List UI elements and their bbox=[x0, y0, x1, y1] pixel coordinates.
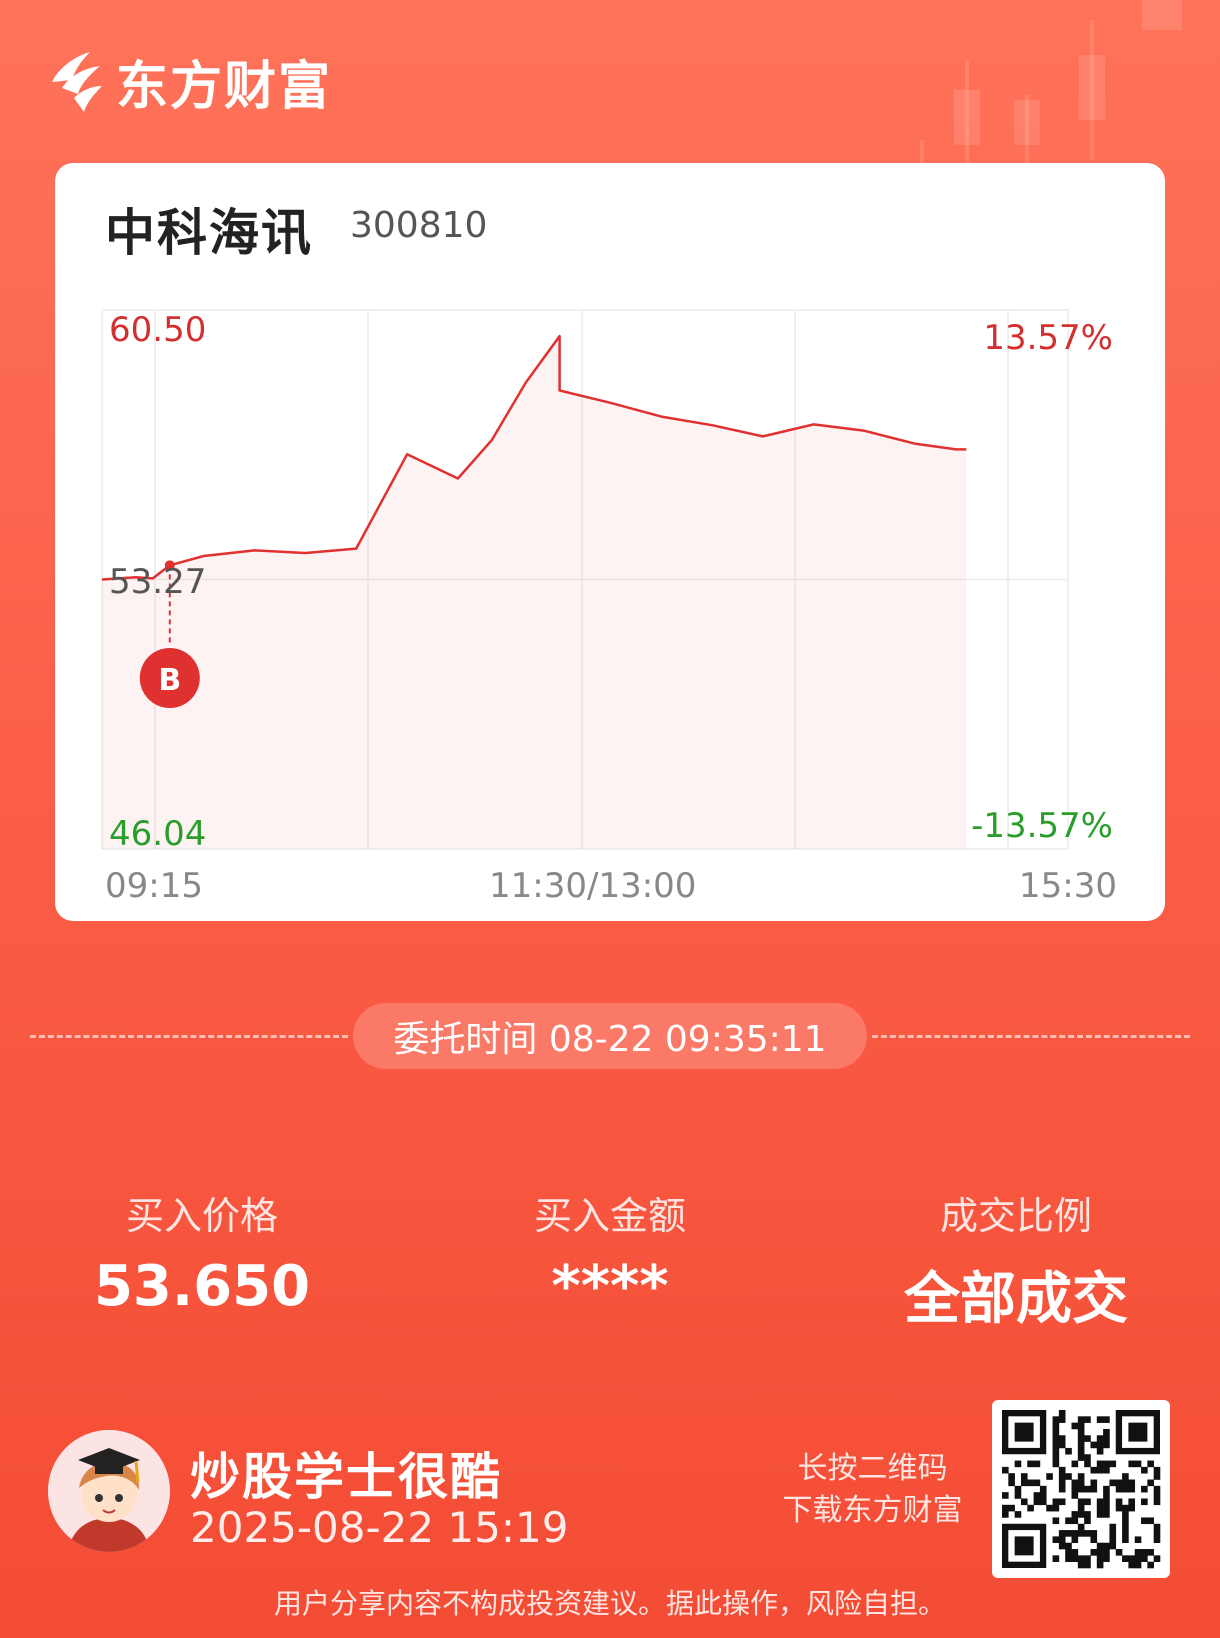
brand-logo-icon bbox=[52, 52, 102, 112]
order-time-badge: 委托时间 08-22 09:35:11 bbox=[353, 1003, 867, 1069]
avatar-illustration bbox=[48, 1430, 170, 1552]
disclaimer: 用户分享内容不构成投资建议。据此操作，风险自担。 bbox=[273, 1587, 946, 1620]
prev-close-label: 53.27 bbox=[109, 562, 207, 602]
stat-buy-price: 买入价格 53.650 bbox=[52, 1185, 352, 1319]
download-qr-code[interactable] bbox=[992, 1400, 1170, 1578]
qr-hint-line2: 下载东方财富 bbox=[782, 1493, 963, 1528]
stock-chart-card: 中科海讯 300810 B 60.50 46.04 53.27 13.57% -… bbox=[55, 163, 1165, 921]
brand-logo: 东方财富 bbox=[46, 46, 333, 117]
user-name: 炒股学士很酷 bbox=[190, 1448, 502, 1506]
pct-max-label: 13.57% bbox=[983, 318, 1113, 358]
user-avatar[interactable] bbox=[48, 1430, 170, 1552]
price-max-label: 60.50 bbox=[109, 310, 207, 350]
x-tick-close: 15:30 bbox=[1019, 866, 1117, 906]
x-tick-midday: 11:30/13:00 bbox=[489, 866, 697, 906]
stat-label: 成交比例 bbox=[939, 1194, 1092, 1238]
share-time: 2025-08-22 15:19 bbox=[190, 1503, 569, 1552]
divider-right bbox=[872, 1035, 1190, 1038]
stat-value: 全部成交 bbox=[904, 1267, 1128, 1332]
stat-label: 买入金额 bbox=[533, 1194, 686, 1238]
stat-fill-ratio: 成交比例 全部成交 bbox=[866, 1185, 1166, 1335]
stat-value: **** bbox=[551, 1254, 669, 1319]
x-tick-open: 09:15 bbox=[105, 866, 203, 906]
stat-value: 53.650 bbox=[93, 1254, 311, 1319]
stat-label: 买入价格 bbox=[125, 1194, 278, 1238]
price-min-label: 46.04 bbox=[109, 814, 207, 854]
qr-code-icon bbox=[1002, 1410, 1161, 1569]
stat-buy-amount: 买入金额 **** bbox=[460, 1185, 760, 1319]
buy-marker-label: B bbox=[158, 663, 181, 698]
divider-left bbox=[30, 1035, 348, 1038]
brand-name: 东方财富 bbox=[116, 56, 333, 117]
pct-min-label: -13.57% bbox=[971, 806, 1113, 846]
qr-hint-line1: 长按二维码 bbox=[797, 1451, 948, 1486]
price-area bbox=[102, 336, 967, 850]
qr-hint: 长按二维码 下载东方财富 bbox=[770, 1448, 975, 1532]
